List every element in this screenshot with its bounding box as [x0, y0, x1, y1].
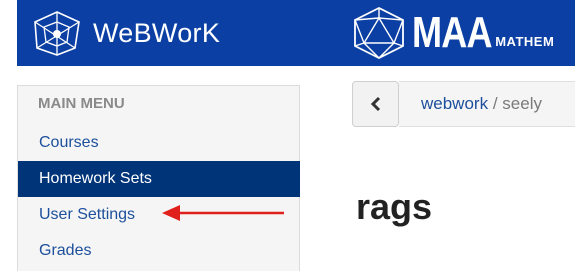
breadcrumb-separator: /: [492, 94, 503, 113]
spider-web-logo-icon: [34, 11, 80, 56]
annotation-arrow-icon: [162, 205, 284, 221]
back-button[interactable]: [352, 81, 399, 127]
sidebar-item-homework-sets[interactable]: Homework Sets: [18, 161, 300, 197]
maa-brand[interactable]: MAA MATHEM: [350, 0, 554, 66]
chevron-left-icon: [370, 96, 380, 112]
breadcrumb-current: seely: [502, 94, 542, 113]
maa-subtext: MATHEM: [495, 33, 555, 49]
menu-header: MAIN MENU: [38, 95, 125, 112]
main-menu-sidebar: MAIN MENU Courses Homework Sets User Set…: [17, 85, 300, 271]
breadcrumb: webwork / seely: [399, 81, 575, 127]
page: WeBWorK MAA MATHEM MAIN MENU Courses Hom…: [0, 0, 575, 271]
maa-name: MAA: [412, 8, 493, 57]
breadcrumb-link-webwork[interactable]: webwork: [421, 94, 488, 113]
app-name: WeBWorK: [93, 17, 221, 48]
maa-icosahedron-logo-icon: [354, 6, 404, 60]
page-title: rags: [356, 186, 433, 227]
sidebar-item-courses[interactable]: Courses: [18, 125, 300, 161]
webwork-brand[interactable]: WeBWorK: [17, 0, 257, 66]
sidebar-item-grades[interactable]: Grades: [18, 233, 300, 269]
